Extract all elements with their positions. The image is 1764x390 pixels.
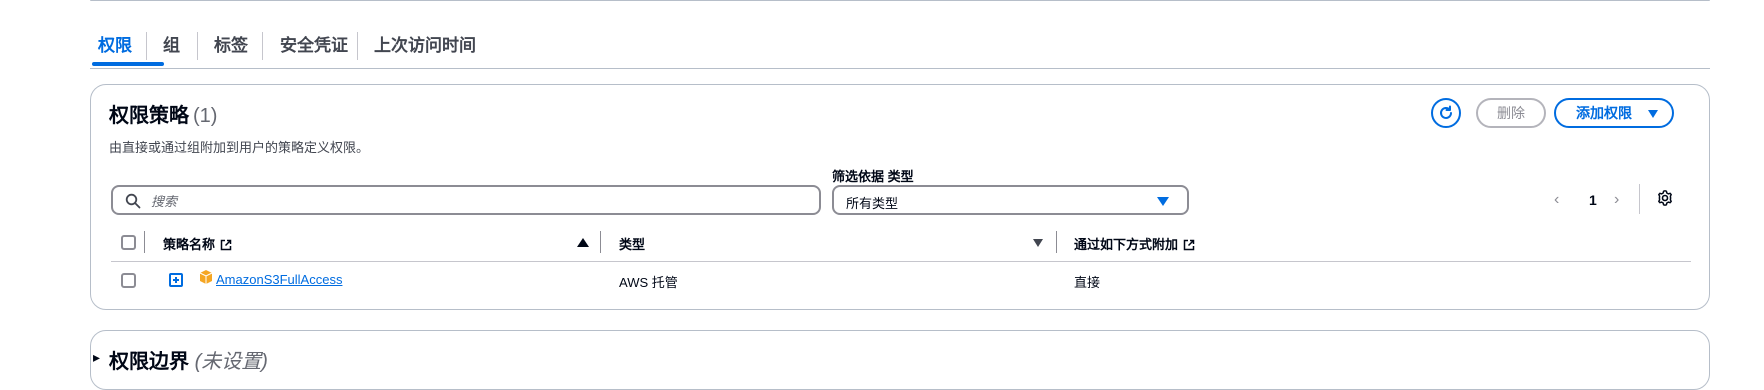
panel-title: 权限策略 (1) [109, 99, 217, 128]
user-detail-tabs: 权限 组 标签 安全凭证 上次访问时间 [90, 28, 1710, 69]
attached-via-cell: 直接 [1074, 275, 1101, 290]
type-filter-select[interactable]: 所有类型 [832, 185, 1189, 215]
policy-name-link[interactable]: AmazonS3FullAccess [216, 272, 342, 287]
current-page-number[interactable]: 1 [1589, 192, 1597, 208]
sort-descending-icon[interactable] [1033, 239, 1043, 247]
policy-type-cell: AWS 托管 [619, 275, 678, 290]
previous-card-bottom-edge [90, 0, 1710, 1]
tab-divider [357, 32, 358, 60]
search-input[interactable] [149, 191, 793, 211]
permissions-boundary-title: 权限边界 [109, 351, 189, 373]
tab-last-accessed[interactable]: 上次访问时间 [374, 28, 476, 68]
permissions-boundary-status: (未设置) [194, 351, 268, 373]
gear-icon[interactable] [1656, 189, 1674, 207]
tab-security-credentials[interactable]: 安全凭证 [280, 28, 348, 68]
search-icon [125, 193, 141, 209]
policy-count: (1) [193, 105, 218, 127]
tab-divider [146, 32, 147, 60]
active-tab-indicator [92, 62, 164, 66]
expand-caret-icon[interactable]: ▸ [93, 349, 100, 366]
refresh-icon [1440, 105, 1452, 119]
type-filter-value: 所有类型 [846, 196, 899, 211]
expand-row-icon[interactable] [169, 273, 183, 287]
search-field[interactable] [111, 185, 821, 215]
policy-table-header: 策略名称 类型 通过如下方式附加 [111, 223, 1691, 262]
pagination-divider [1639, 184, 1640, 214]
caret-down-icon [1157, 197, 1169, 206]
tab-groups[interactable]: 组 [163, 28, 180, 68]
column-header-type[interactable]: 类型 [619, 234, 645, 253]
filter-by-type-label: 筛选依据 类型 [832, 169, 914, 184]
external-link-icon [220, 239, 232, 251]
column-header-policy-name-label: 策略名称 [163, 237, 216, 252]
permissions-policies-panel: 权限策略 (1) 由直接或通过组附加到用户的策略定义权限。 删除 添加权限 筛选依… [90, 84, 1710, 310]
column-divider[interactable] [1056, 231, 1057, 253]
sort-ascending-icon[interactable] [577, 238, 589, 247]
caret-down-icon [1648, 110, 1658, 118]
previous-page-icon[interactable]: ‹ [1554, 191, 1559, 209]
column-divider[interactable] [600, 231, 601, 253]
column-header-attached-via[interactable]: 通过如下方式附加 [1074, 234, 1195, 253]
tab-divider [262, 32, 263, 60]
permissions-boundary-panel: ▸ 权限边界 (未设置) [90, 330, 1710, 390]
external-link-icon [1183, 239, 1195, 251]
column-divider [144, 231, 145, 253]
aws-managed-policy-icon [199, 270, 213, 284]
panel-title-text: 权限策略 [109, 105, 189, 127]
next-page-icon[interactable]: › [1614, 191, 1619, 209]
panel-description: 由直接或通过组附加到用户的策略定义权限。 [109, 140, 370, 155]
permissions-boundary-header[interactable]: 权限边界 (未设置) [109, 345, 268, 374]
column-header-policy-name[interactable]: 策略名称 [163, 234, 232, 253]
add-permissions-label: 添加权限 [1576, 105, 1632, 121]
table-row: AmazonS3FullAccess AWS 托管 直接 [111, 261, 1691, 301]
delete-button[interactable]: 删除 [1476, 98, 1546, 128]
select-all-checkbox[interactable] [121, 235, 136, 250]
column-header-attached-via-label: 通过如下方式附加 [1074, 237, 1179, 252]
add-permissions-button[interactable]: 添加权限 [1554, 98, 1674, 128]
row-checkbox[interactable] [121, 273, 136, 288]
tab-divider [197, 32, 198, 60]
refresh-button[interactable] [1431, 98, 1461, 128]
tab-tags[interactable]: 标签 [214, 28, 248, 68]
